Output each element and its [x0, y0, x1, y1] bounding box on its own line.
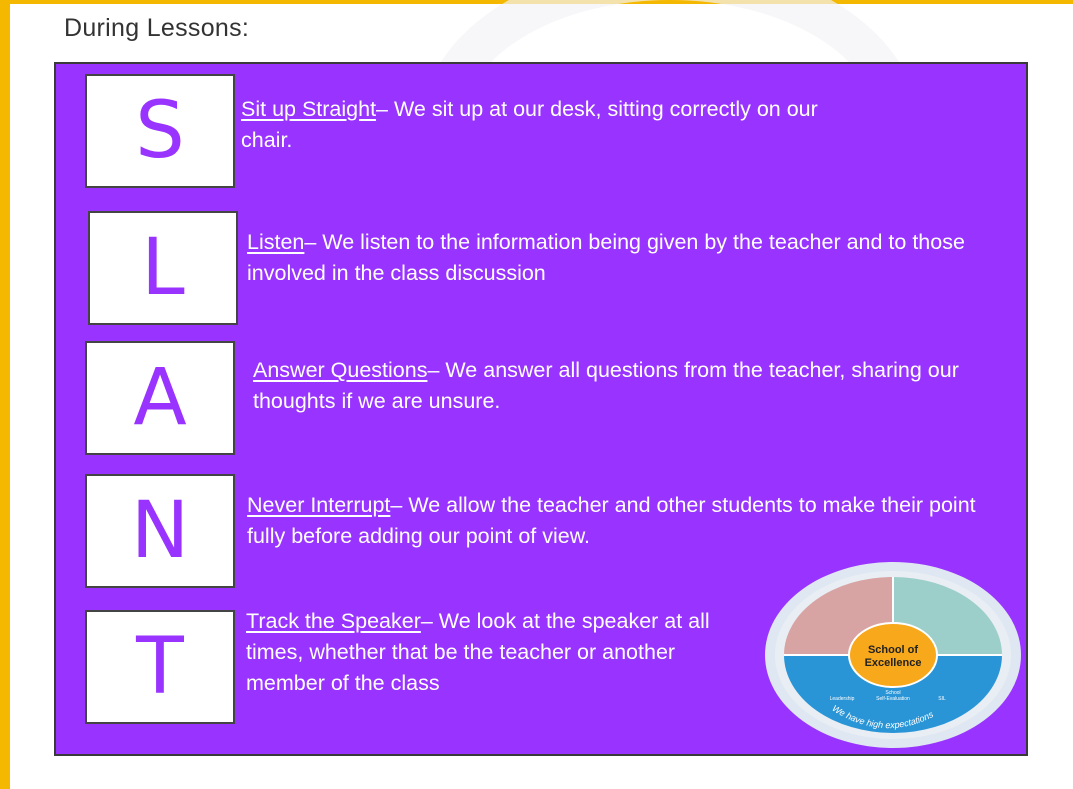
section-heading: During Lessons: — [64, 14, 250, 42]
term-sit-up-straight: Sit up Straight — [241, 97, 377, 121]
badge-label-self-evaluation: Self-Evaluation — [876, 696, 910, 702]
school-of-excellence-badge: School of Excellence Leadership School S… — [765, 562, 1021, 748]
letter-box-n: N — [85, 474, 235, 588]
left-border — [0, 0, 10, 789]
letter-box-t: T — [85, 610, 235, 724]
letter-box-l: L — [88, 211, 238, 325]
term-answer-questions: Answer Questions — [253, 358, 428, 382]
term-listen: Listen — [247, 230, 305, 254]
badge-title-line1: School of — [868, 644, 918, 656]
term-track-the-speaker: Track the Speaker — [246, 609, 421, 633]
item-description-t: Track the Speaker– We look at the speake… — [246, 606, 756, 699]
item-description-n: Never Interrupt– We allow the teacher an… — [247, 490, 977, 552]
item-description-l: Listen– We listen to the information bei… — [247, 227, 1017, 289]
letter-n: N — [130, 486, 190, 576]
letter-box-a: A — [85, 341, 235, 455]
letter-s: S — [135, 86, 185, 176]
term-never-interrupt: Never Interrupt — [247, 493, 391, 517]
badge-title-line2: Excellence — [865, 657, 922, 669]
item-description-s: Sit up Straight– We sit up at our desk, … — [241, 94, 861, 156]
badge-label-leadership: Leadership — [830, 696, 855, 702]
letter-a: A — [133, 353, 187, 443]
letter-t: T — [136, 622, 184, 712]
letter-l: L — [141, 223, 185, 313]
text-listen: – We listen to the information being giv… — [247, 230, 965, 285]
letter-box-s: S — [85, 74, 235, 188]
badge-label-sil: SIL — [938, 696, 946, 702]
item-description-a: Answer Questions– We answer all question… — [253, 355, 973, 417]
